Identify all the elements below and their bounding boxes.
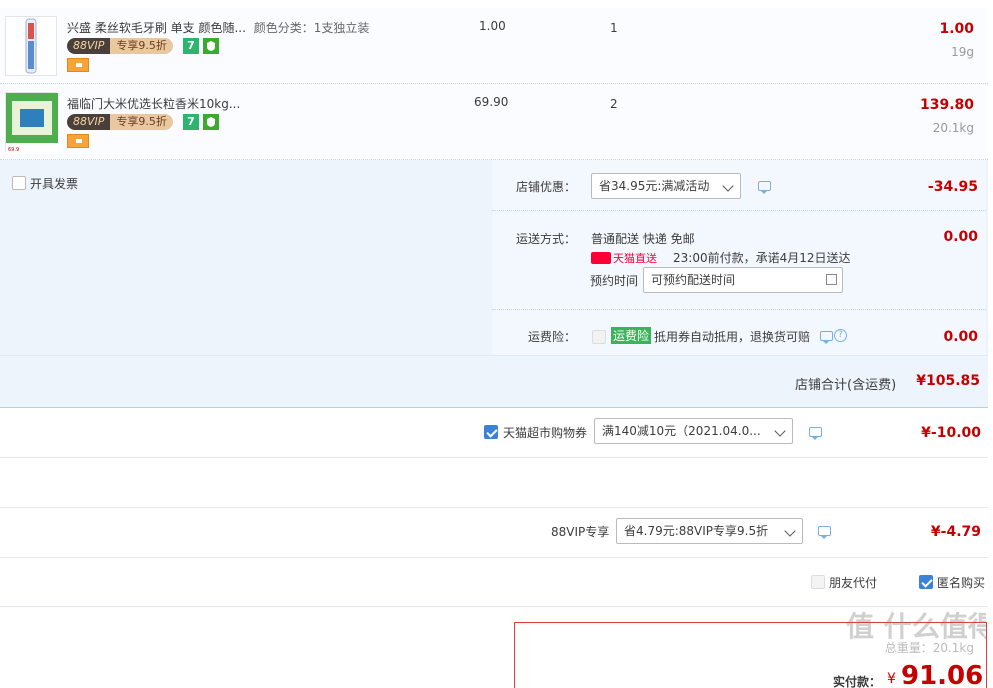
sku-info: 颜色分类：1支独立装: [253, 21, 370, 35]
vip-badge: 88VIP 专享9.5折: [67, 38, 173, 54]
order-item-row: 69.9 福临门大米优选长粒香米10kg... 88VIP 专享9.5折 7 69…: [0, 84, 988, 160]
credit-card-icon: [67, 58, 89, 72]
product-thumbnail[interactable]: 69.9: [5, 92, 58, 153]
friend-pay-checkbox[interactable]: [811, 575, 825, 589]
reserve-time-label: 预约时间: [590, 274, 639, 288]
quantity: 2: [610, 97, 618, 111]
chevron-down-icon: [784, 525, 796, 537]
tmall-direct-tag: 天猫直送: [591, 250, 657, 266]
shop-discount-select[interactable]: 省34.95元:满减活动: [591, 173, 741, 199]
order-item-row: 兴盛 柔丝软毛牙刷 单支 颜色随... 颜色分类：1支独立装 88VIP 专享9.…: [0, 8, 988, 84]
product-title[interactable]: 兴盛 柔丝软毛牙刷 单支 颜色随... 颜色分类：1支独立装: [67, 19, 369, 36]
shipping-row: 运送方式： 普通配送 快递 免邮 天猫直送 23:00前付款，承诺4月12日送达…: [492, 212, 986, 310]
coupon-select[interactable]: 满140减10元（2021.04.0...: [594, 418, 793, 444]
coupon-label: 天猫超市购物券: [503, 426, 588, 440]
insurance-tag: 运费险: [611, 327, 652, 344]
help-icon[interactable]: ?: [834, 329, 847, 342]
insurance-label: 运费险：: [528, 330, 577, 344]
product-thumbnail[interactable]: [5, 16, 57, 76]
item-weight: 19g: [951, 45, 974, 59]
guarantee-icon: [203, 38, 219, 54]
vip-amount: ¥-4.79: [930, 524, 981, 540]
vip-select[interactable]: 省4.79元:88VIP专享9.5折: [616, 518, 803, 544]
toothbrush-image: [25, 18, 37, 74]
pay-label: 实付款：: [833, 675, 882, 688]
rice-bag-image: 69.9: [6, 93, 58, 153]
item-total: 1.00: [939, 21, 974, 37]
shop-total-label: 店铺合计(含运费): [795, 378, 897, 393]
shop-summary-panel: 开具发票 店铺优惠： 省34.95元:满减活动 -34.95 运送方式： 普通配…: [0, 160, 988, 408]
message-icon[interactable]: [818, 526, 831, 539]
product-title[interactable]: 福临门大米优选长粒香米10kg...: [67, 95, 240, 112]
coupon-amount: ¥-10.00: [921, 425, 981, 441]
credit-card-icon: [67, 134, 89, 148]
chevron-down-icon: [774, 425, 786, 437]
coupon-checkbox[interactable]: [484, 425, 498, 439]
delivery-promise: 23:00前付款，承诺4月12日送达: [673, 251, 851, 265]
vip-label: 88VIP专享: [551, 525, 610, 539]
item-total: 139.80: [919, 97, 974, 113]
pay-currency: ¥: [887, 671, 896, 687]
message-icon[interactable]: [809, 427, 822, 440]
svg-text:69.9: 69.9: [8, 147, 19, 153]
shop-discount-row: 店铺优惠： 省34.95元:满减活动 -34.95: [492, 160, 986, 211]
item-weight: 20.1kg: [932, 121, 974, 135]
seven-day-return-icon: 7: [183, 38, 199, 54]
pay-value: 91.06: [901, 661, 984, 688]
unit-price: 69.90: [474, 95, 509, 109]
shipping-method: 普通配送 快递 免邮: [591, 232, 695, 246]
message-icon[interactable]: [820, 331, 833, 344]
tmall-cat-icon: [591, 252, 611, 264]
invoice-checkbox[interactable]: [12, 176, 26, 190]
message-icon[interactable]: [758, 181, 771, 194]
watermark: 值 什么值得买: [846, 610, 986, 643]
shop-discount-amount: -34.95: [927, 179, 978, 195]
shop-total-value: ¥105.85: [916, 373, 980, 389]
invoice-label: 开具发票: [30, 177, 79, 191]
guarantee-icon: [203, 114, 219, 130]
insurance-desc: 抵用券自动抵用，退换货可赔: [654, 330, 811, 344]
quantity: 1: [610, 21, 618, 35]
seven-day-return-icon: 7: [183, 114, 199, 130]
anonymous-label: 匿名购买: [937, 576, 986, 590]
calendar-icon: [826, 274, 837, 285]
anonymous-checkbox[interactable]: [919, 575, 933, 589]
unit-price: 1.00: [479, 19, 506, 33]
shipping-amount: 0.00: [943, 229, 978, 245]
shop-discount-label: 店铺优惠：: [516, 180, 577, 194]
insurance-amount: 0.00: [943, 329, 978, 345]
insurance-row: 运费险： 运费险 抵用券自动抵用，退换货可赔 ? 0.00: [492, 311, 986, 355]
friend-pay-label: 朋友代付: [829, 576, 878, 590]
reserve-time-input[interactable]: 可预约配送时间: [643, 267, 843, 293]
chevron-down-icon: [722, 180, 734, 192]
insurance-checkbox: [592, 330, 606, 344]
vip-badge: 88VIP 专享9.5折: [67, 114, 173, 130]
shipping-label: 运送方式：: [516, 232, 577, 246]
